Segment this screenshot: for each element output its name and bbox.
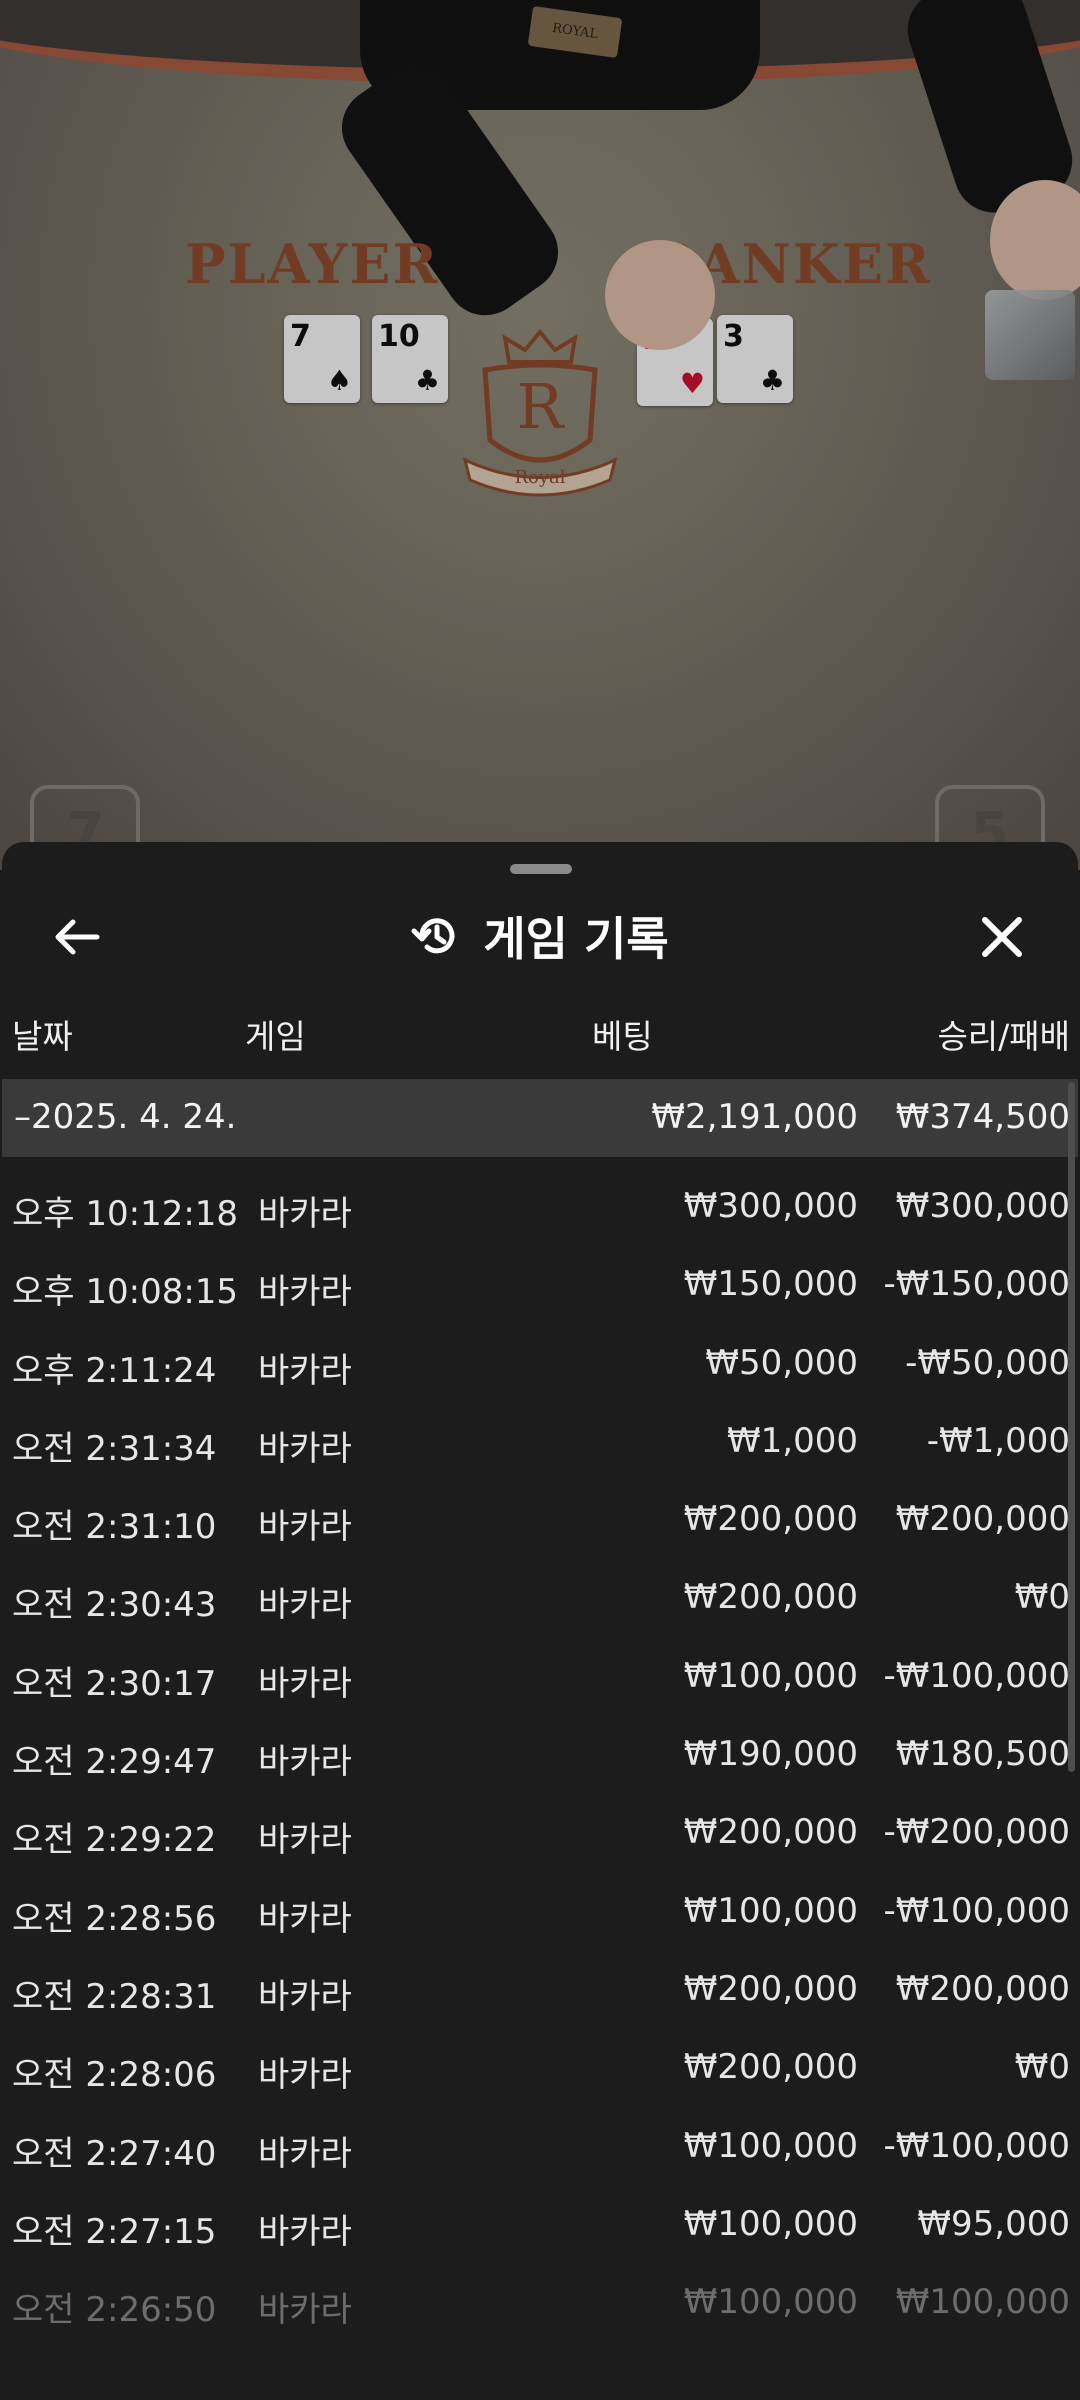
row-game: 바카라 xyxy=(258,2290,352,2331)
row-bet: ₩200,000 xyxy=(683,1577,858,1618)
table-row[interactable]: 오전 2:31:34 바카라 ₩1,000 -₩1,000 xyxy=(2,1407,1078,1485)
date-group-row[interactable]: –2025. 4. 24. ₩2,191,000 ₩374,500 xyxy=(2,1079,1078,1157)
table-header: 날짜 게임 베팅 승리/패배 xyxy=(2,1010,1078,1060)
column-header-game: 게임 xyxy=(245,1017,306,1056)
sheet-title: 게임 기록 xyxy=(2,900,1078,972)
table-row[interactable]: 오전 2:30:43 바카라 ₩200,000 ₩0 xyxy=(2,1563,1078,1641)
row-bet: ₩100,000 xyxy=(683,2203,858,2244)
row-time: 오전 2:31:10 xyxy=(12,1507,217,1548)
date-group-label: –2025. 4. 24. xyxy=(14,1097,237,1137)
row-result: -₩100,000 xyxy=(883,1655,1071,1696)
row-game: 바카라 xyxy=(258,1742,352,1783)
row-time: 오전 2:28:06 xyxy=(12,2055,217,2096)
sheet-drag-handle[interactable] xyxy=(510,864,572,874)
row-time: 오전 2:27:40 xyxy=(12,2133,217,2174)
row-time: 오전 2:30:43 xyxy=(12,1585,217,1626)
row-result: ₩300,000 xyxy=(895,1186,1070,1226)
table-row[interactable]: 오전 2:27:40 바카라 ₩100,000 -₩100,000 xyxy=(2,2112,1078,2190)
row-bet: ₩100,000 xyxy=(683,1890,858,1931)
row-time: 오전 2:29:47 xyxy=(12,1742,217,1783)
row-result: -₩50,000 xyxy=(905,1342,1070,1383)
table-row[interactable]: 오후 10:08:15 바카라 ₩150,000 -₩150,000 xyxy=(2,1250,1078,1328)
row-game: 바카라 xyxy=(258,1585,352,1626)
row-game: 바카라 xyxy=(258,1976,352,2017)
row-game: 바카라 xyxy=(258,1350,352,1391)
row-game: 바카라 xyxy=(258,1820,352,1861)
row-time: 오전 2:28:56 xyxy=(12,1898,217,1939)
row-bet: ₩50,000 xyxy=(705,1342,858,1383)
row-time: 오전 2:30:17 xyxy=(12,1663,217,1704)
row-game: 바카라 xyxy=(258,1507,352,1548)
row-time: 오후 10:08:15 xyxy=(12,1272,239,1313)
row-result: ₩95,000 xyxy=(917,2203,1070,2244)
row-time: 오전 2:26:50 xyxy=(12,2290,217,2331)
row-result: ₩0 xyxy=(1014,1577,1070,1618)
history-list: 오후 10:12:18 바카라 ₩300,000 ₩300,000 오후 10:… xyxy=(2,1172,1078,2346)
row-time: 오전 2:29:22 xyxy=(12,1820,217,1861)
row-time: 오후 2:11:24 xyxy=(12,1350,217,1391)
row-bet: ₩300,000 xyxy=(683,1186,858,1226)
table-row[interactable]: 오전 2:28:06 바카라 ₩200,000 ₩0 xyxy=(2,2033,1078,2111)
live-video-feed: ROYAL PLAYER BANKER 7 ♠ 10 ♣ 2 ♥ 3 ♣ R R… xyxy=(0,0,1080,870)
row-bet: ₩200,000 xyxy=(683,2047,858,2088)
close-button[interactable] xyxy=(952,902,1052,972)
row-result: -₩100,000 xyxy=(883,2125,1071,2166)
row-bet: ₩190,000 xyxy=(683,1734,858,1775)
table-row[interactable]: 오전 2:27:15 바카라 ₩100,000 ₩95,000 xyxy=(2,2190,1078,2268)
table-row[interactable]: 오전 2:31:10 바카라 ₩200,000 ₩200,000 xyxy=(2,1485,1078,1563)
column-header-date: 날짜 xyxy=(12,1017,73,1056)
scrollbar[interactable] xyxy=(1068,1082,1075,1772)
row-result: ₩200,000 xyxy=(895,1968,1070,2009)
game-history-sheet: 게임 기록 날짜 게임 베팅 승리/패배 –2025. 4. 24. ₩2,19… xyxy=(2,842,1078,2400)
close-icon xyxy=(982,917,1022,957)
row-result: -₩1,000 xyxy=(926,1420,1070,1461)
column-header-result: 승리/패배 xyxy=(937,1017,1070,1056)
row-time: 오전 2:28:31 xyxy=(12,1976,217,2017)
row-bet: ₩200,000 xyxy=(683,1499,858,1540)
row-game: 바카라 xyxy=(258,2133,352,2174)
table-row[interactable]: 오전 2:28:56 바카라 ₩100,000 -₩100,000 xyxy=(2,1877,1078,1955)
row-bet: ₩1,000 xyxy=(727,1420,858,1461)
row-game: 바카라 xyxy=(258,1194,352,1234)
row-bet: ₩100,000 xyxy=(683,2282,858,2323)
table-row[interactable]: 오후 2:11:24 바카라 ₩50,000 -₩50,000 xyxy=(2,1329,1078,1407)
row-result: -₩100,000 xyxy=(883,1890,1071,1931)
row-result: ₩200,000 xyxy=(895,1499,1070,1540)
row-game: 바카라 xyxy=(258,2055,352,2096)
row-game: 바카라 xyxy=(258,1663,352,1704)
row-result: ₩180,500 xyxy=(895,1734,1070,1775)
row-time: 오후 10:12:18 xyxy=(12,1194,239,1234)
row-time: 오전 2:27:15 xyxy=(12,2211,217,2252)
row-result: -₩150,000 xyxy=(883,1264,1071,1305)
table-row[interactable]: 오전 2:26:50 바카라 ₩100,000 ₩100,000 xyxy=(2,2268,1078,2346)
table-row[interactable]: 오전 2:28:31 바카라 ₩200,000 ₩200,000 xyxy=(2,1955,1078,2033)
table-row[interactable]: 오후 10:12:18 바카라 ₩300,000 ₩300,000 xyxy=(2,1172,1078,1250)
page-title: 게임 기록 xyxy=(483,912,669,966)
row-result: ₩0 xyxy=(1014,2047,1070,2088)
row-game: 바카라 xyxy=(258,1898,352,1939)
row-game: 바카라 xyxy=(258,1428,352,1469)
column-header-bet: 베팅 xyxy=(592,1017,653,1056)
row-bet: ₩150,000 xyxy=(683,1264,858,1305)
date-group-result-total: ₩374,500 xyxy=(895,1097,1070,1137)
row-bet: ₩200,000 xyxy=(683,1812,858,1853)
history-icon xyxy=(411,918,455,954)
table-row[interactable]: 오전 2:30:17 바카라 ₩100,000 -₩100,000 xyxy=(2,1642,1078,1720)
video-dim-overlay xyxy=(0,0,1080,870)
row-bet: ₩200,000 xyxy=(683,1968,858,2009)
row-bet: ₩100,000 xyxy=(683,2125,858,2166)
table-row[interactable]: 오전 2:29:22 바카라 ₩200,000 -₩200,000 xyxy=(2,1798,1078,1876)
row-time: 오전 2:31:34 xyxy=(12,1428,217,1469)
row-game: 바카라 xyxy=(258,1272,352,1313)
row-bet: ₩100,000 xyxy=(683,1655,858,1696)
row-game: 바카라 xyxy=(258,2211,352,2252)
sheet-header: 게임 기록 xyxy=(2,882,1078,992)
row-result: ₩100,000 xyxy=(895,2282,1070,2323)
row-result: -₩200,000 xyxy=(883,1812,1071,1853)
table-row[interactable]: 오전 2:29:47 바카라 ₩190,000 ₩180,500 xyxy=(2,1720,1078,1798)
date-group-bet-total: ₩2,191,000 xyxy=(651,1097,858,1137)
